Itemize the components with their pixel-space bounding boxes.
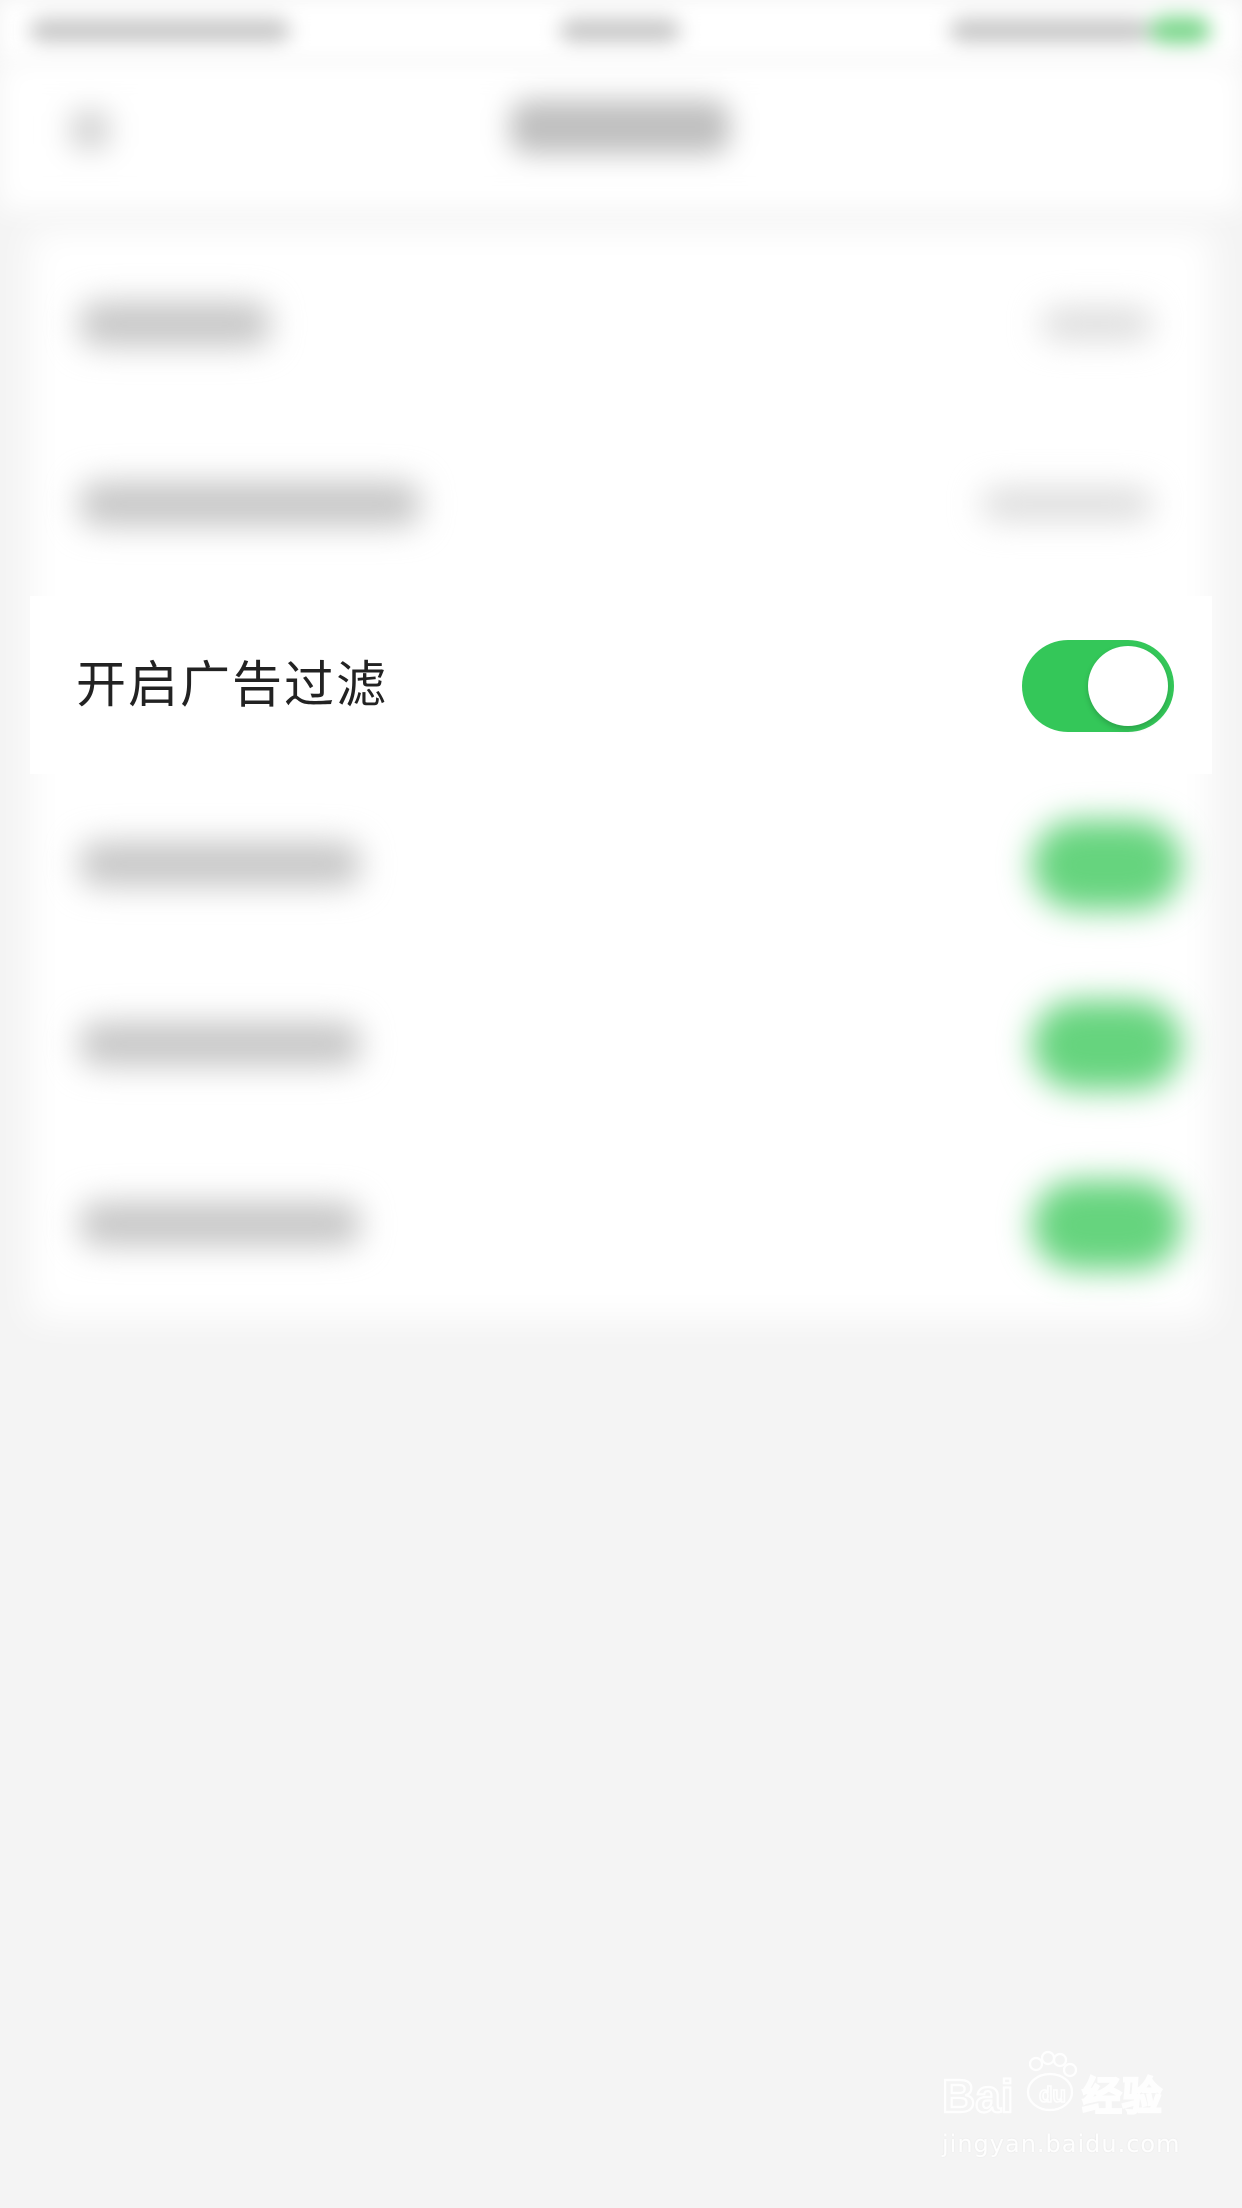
baidu-paw-logo: Bai du 经验 bbox=[942, 2050, 1163, 2123]
settings-row-blurred[interactable] bbox=[30, 780, 1212, 950]
settings-row-blurred[interactable] bbox=[30, 240, 1212, 410]
settings-row-blurred[interactable] bbox=[30, 420, 1212, 590]
chevron-left-icon[interactable] bbox=[70, 110, 110, 150]
ad-filter-label: 开启广告过滤 bbox=[76, 656, 388, 714]
settings-row-blurred[interactable] bbox=[30, 960, 1212, 1130]
toggle-knob bbox=[1088, 646, 1168, 726]
svg-text:经验: 经验 bbox=[1082, 2074, 1162, 2120]
watermark-url: jingyan.baidu.com bbox=[942, 2130, 1181, 2158]
settings-row-ad-filter[interactable]: 开启广告过滤 bbox=[30, 596, 1212, 774]
page-title bbox=[510, 100, 730, 154]
ad-filter-toggle[interactable] bbox=[1022, 640, 1174, 732]
settings-row-blurred[interactable] bbox=[30, 1140, 1212, 1310]
settings-screen: 开启广告过滤 Bai du 经验 jingyan.baidu.com bbox=[0, 0, 1242, 2208]
svg-text:du: du bbox=[1039, 2082, 1066, 2107]
svg-text:Bai: Bai bbox=[942, 2070, 1014, 2122]
navigation-bar bbox=[0, 60, 1242, 210]
status-bar bbox=[0, 0, 1242, 60]
baidu-watermark: Bai du 经验 jingyan.baidu.com bbox=[942, 2046, 1181, 2158]
